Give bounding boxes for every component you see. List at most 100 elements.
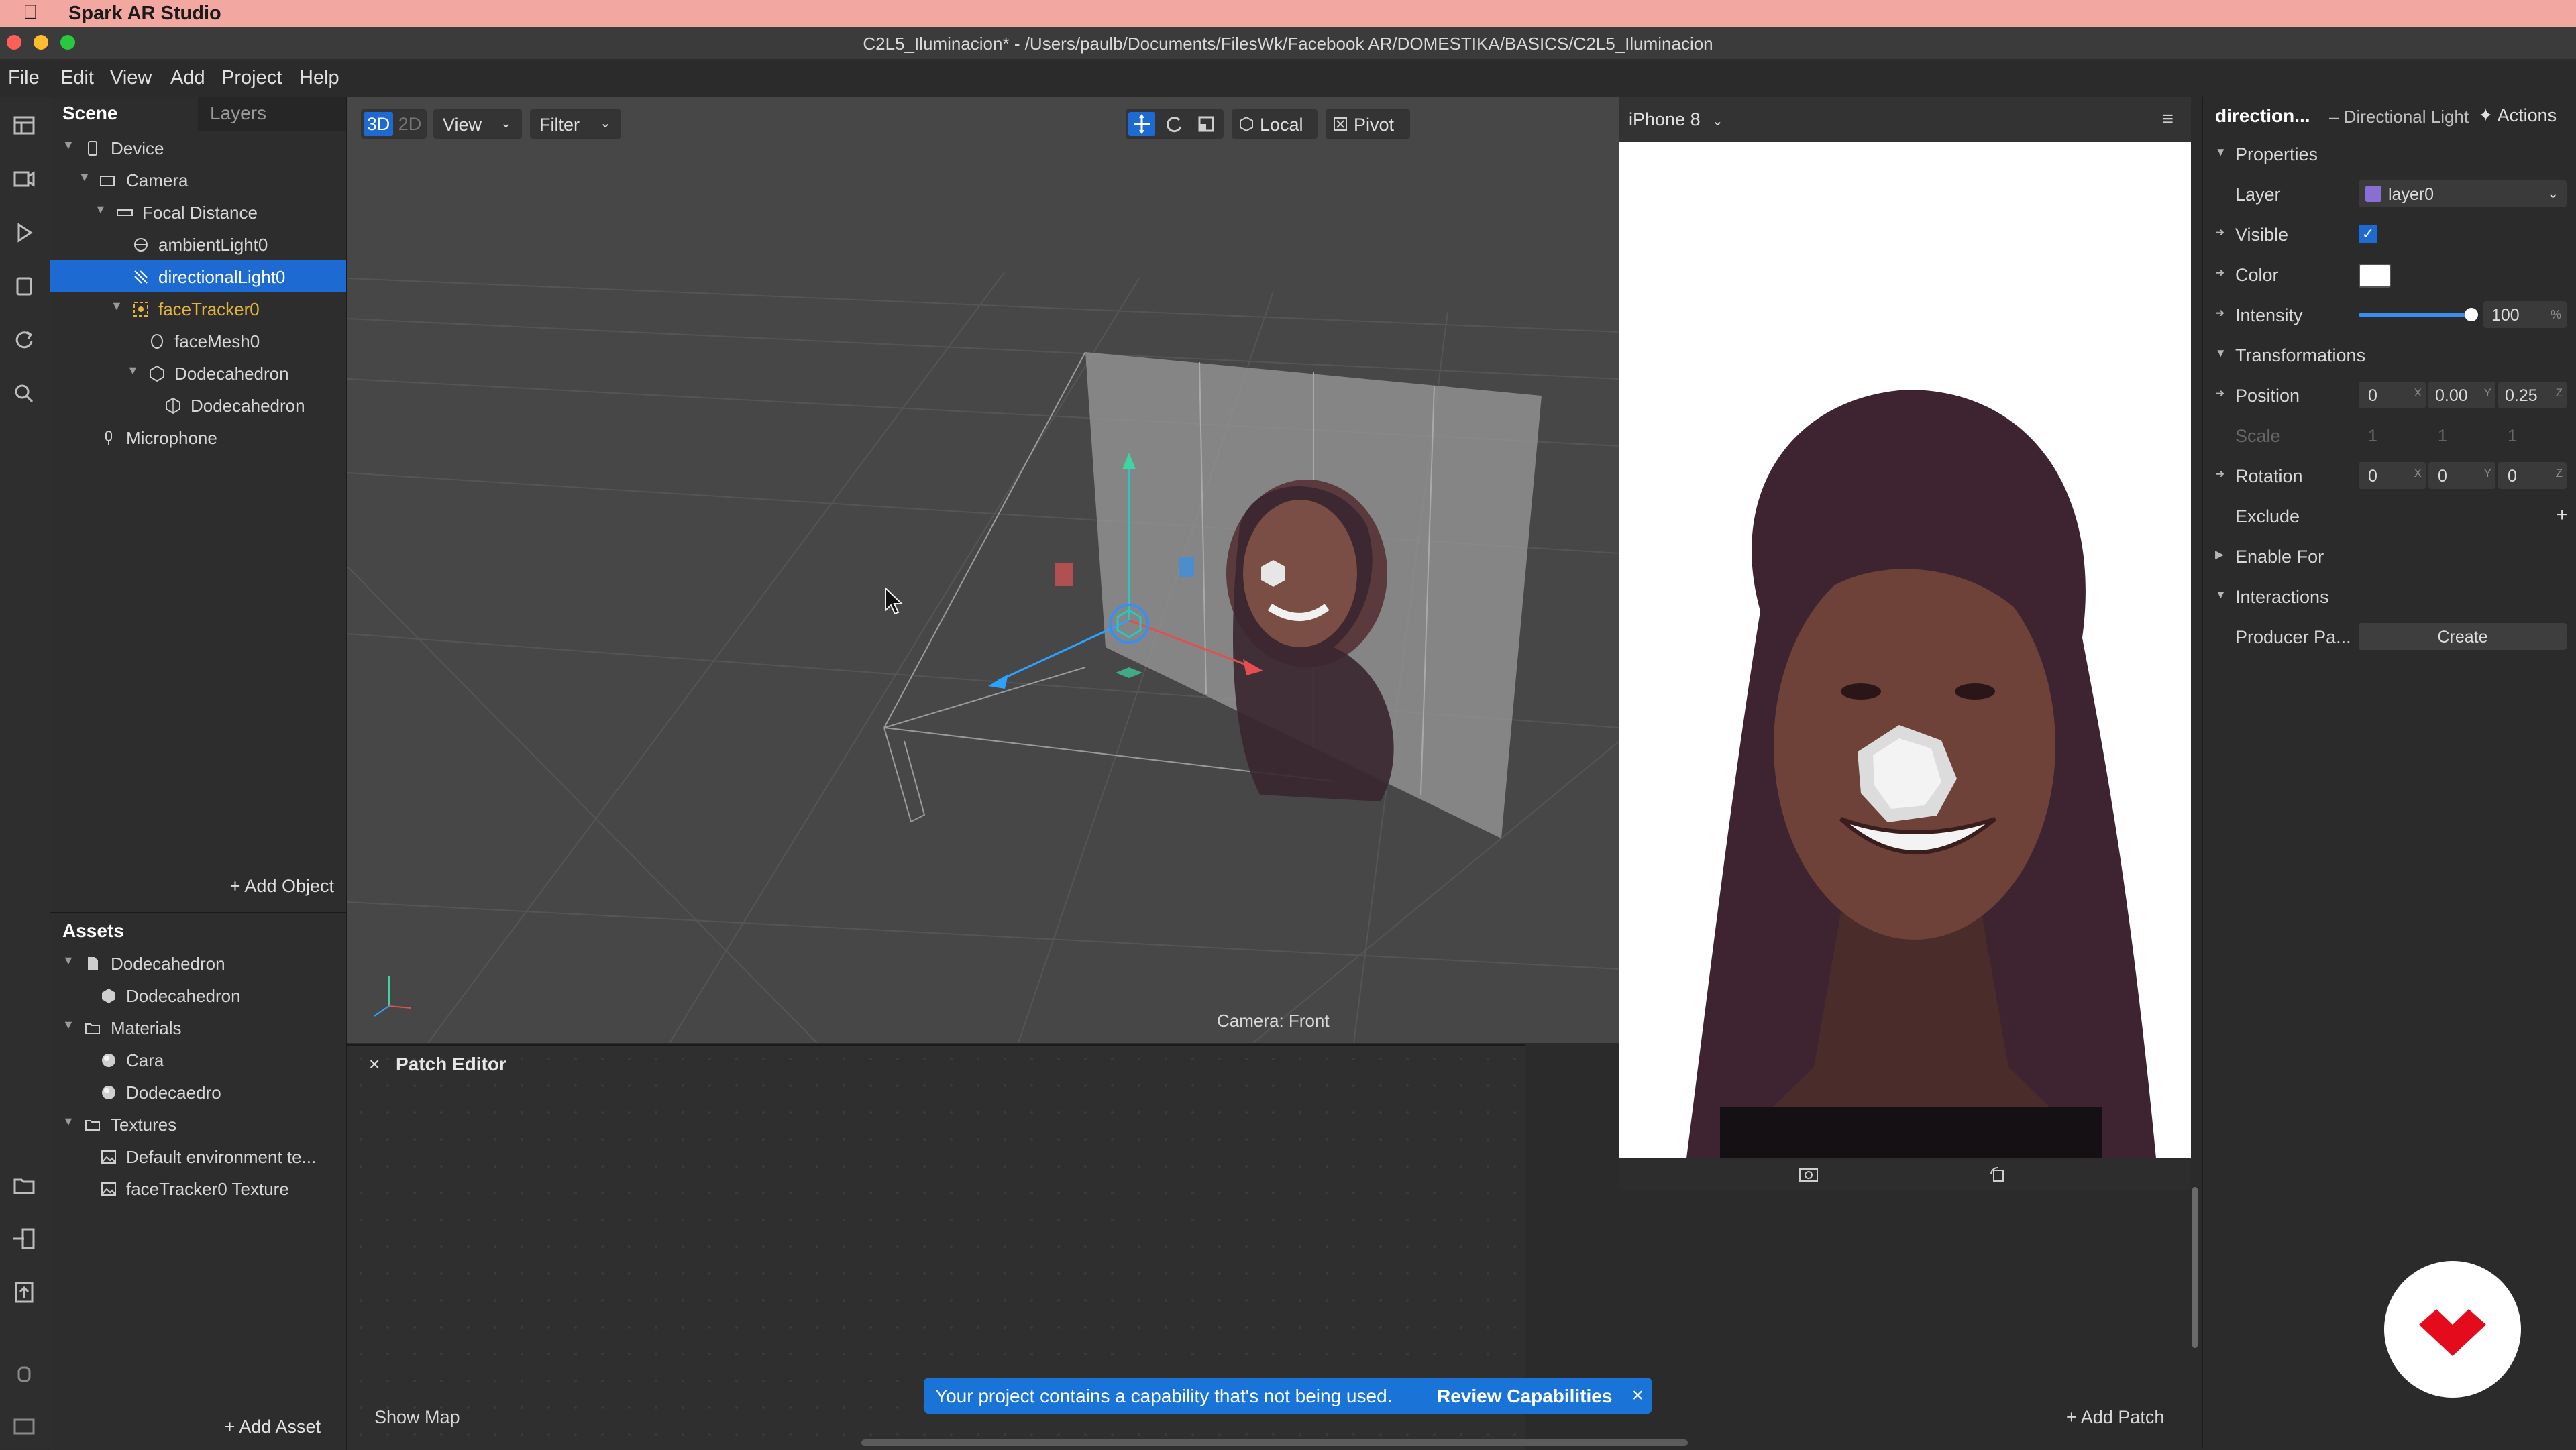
chevron-down-icon[interactable]: ▼ bbox=[62, 954, 74, 968]
play-icon[interactable] bbox=[9, 218, 39, 247]
color-swatch[interactable] bbox=[2359, 264, 2391, 288]
add-exclude-button[interactable]: + bbox=[2556, 504, 2568, 526]
chevron-down-icon[interactable]: ▼ bbox=[95, 203, 107, 217]
keyframe-icon[interactable]: ➜ bbox=[2215, 226, 2224, 239]
tab-scene[interactable]: Scene bbox=[50, 97, 197, 131]
scene-item-device[interactable]: ▼ Device bbox=[50, 131, 346, 164]
position-z-input[interactable]: 0.25 Z bbox=[2498, 382, 2567, 408]
asset-item-label: Default environment te... bbox=[126, 1147, 317, 1167]
visible-checkbox[interactable]: ✓ bbox=[2359, 225, 2377, 243]
scene-item-face-tracker[interactable]: ▼ faceTracker0 bbox=[50, 292, 346, 325]
asset-item-facetracker-texture[interactable]: faceTracker0 Texture bbox=[50, 1172, 346, 1205]
scene-item-dodecahedron-mesh[interactable]: Dodecahedron bbox=[50, 389, 346, 421]
add-patch-button[interactable]: + Add Patch bbox=[2066, 1407, 2164, 1428]
scene-item-ambient-light[interactable]: ambientLight0 bbox=[50, 228, 346, 260]
asset-item-dodecahedron-file[interactable]: ▼ Dodecahedron bbox=[50, 947, 346, 979]
asset-item-textures[interactable]: ▼ Textures bbox=[50, 1108, 346, 1140]
dimension-toggle: 3D 2D bbox=[361, 109, 427, 139]
screenshot-icon[interactable] bbox=[1798, 1165, 1819, 1184]
menu-view[interactable]: View bbox=[110, 67, 152, 89]
move-tool-icon[interactable] bbox=[1128, 112, 1155, 136]
position-y-input[interactable]: 0.00 Y bbox=[2428, 382, 2496, 408]
section-properties[interactable]: ▼ Properties bbox=[2203, 135, 2576, 172]
section-interactions[interactable]: ▼ Interactions bbox=[2203, 577, 2576, 615]
add-object-button[interactable]: + Add Object bbox=[230, 876, 334, 897]
chevron-down-icon[interactable]: ▼ bbox=[111, 299, 123, 313]
preview-scrollbar[interactable] bbox=[2192, 1187, 2198, 1348]
menu-add[interactable]: Add bbox=[170, 67, 205, 89]
menu-help[interactable]: Help bbox=[299, 67, 339, 89]
show-map-button[interactable]: Show Map bbox=[374, 1407, 460, 1428]
rotation-y-input[interactable]: 0Y bbox=[2428, 462, 2496, 489]
layer-select[interactable]: layer0 ⌄ bbox=[2359, 180, 2567, 207]
preview-camera-feed[interactable] bbox=[1619, 142, 2191, 1158]
add-asset-button[interactable]: + Add Asset bbox=[225, 1416, 321, 1437]
app-name[interactable]: Spark AR Studio bbox=[68, 3, 221, 25]
scene-item-camera[interactable]: ▼ Camera bbox=[50, 164, 346, 196]
menu-project[interactable]: Project bbox=[221, 67, 282, 89]
section-transformations[interactable]: ▼ Transformations bbox=[2203, 336, 2576, 374]
asset-item-default-environment-texture[interactable]: Default environment te... bbox=[50, 1140, 346, 1172]
close-icon[interactable]: × bbox=[369, 1054, 380, 1075]
send-to-device-icon[interactable] bbox=[9, 1224, 39, 1253]
actions-button[interactable]: ✦ Actions bbox=[2478, 105, 2557, 126]
position-row: ➜ Position 0X 0.00 Y 0.25 Z bbox=[2203, 376, 2576, 414]
intensity-unit: % bbox=[2550, 308, 2561, 321]
menu-icon[interactable]: ≡ bbox=[2161, 108, 2174, 131]
chevron-down-icon[interactable]: ▼ bbox=[62, 1018, 74, 1032]
review-capabilities-button[interactable]: Review Capabilities bbox=[1437, 1386, 1612, 1407]
refresh-icon[interactable] bbox=[9, 325, 39, 355]
viewport-3d[interactable]: 3D 2D View ⌄ Filter ⌄ Local Pivot Camera… bbox=[347, 97, 1619, 1043]
intensity-input[interactable]: 100 % bbox=[2483, 301, 2567, 328]
chevron-down-icon[interactable]: ▼ bbox=[78, 170, 91, 184]
mode-2d-button[interactable]: 2D bbox=[396, 112, 424, 136]
device-preview-icon[interactable] bbox=[9, 272, 39, 301]
search-icon[interactable] bbox=[9, 379, 39, 408]
rotate-tool-icon[interactable] bbox=[1161, 112, 1187, 136]
view-dropdown[interactable]: View ⌄ bbox=[433, 109, 522, 139]
scene-item-microphone[interactable]: Microphone bbox=[50, 421, 346, 453]
bug-icon[interactable] bbox=[9, 1358, 39, 1388]
position-x-input[interactable]: 0X bbox=[2359, 382, 2426, 408]
tab-layers[interactable]: Layers bbox=[198, 97, 346, 131]
menu-edit[interactable]: Edit bbox=[60, 67, 94, 89]
filter-dropdown[interactable]: Filter ⌄ bbox=[530, 109, 621, 139]
chevron-down-icon[interactable]: ▼ bbox=[127, 364, 139, 378]
asset-item-dodecaedro[interactable]: Dodecaedro bbox=[50, 1076, 346, 1108]
scale-y-value: 1 bbox=[2438, 427, 2447, 445]
patch-editor-scrollbar[interactable] bbox=[861, 1439, 1688, 1446]
create-patch-button[interactable]: Create bbox=[2359, 623, 2567, 650]
video-icon[interactable] bbox=[9, 164, 39, 194]
asset-item-materials[interactable]: ▼ Materials bbox=[50, 1011, 346, 1044]
keyframe-icon[interactable]: ➜ bbox=[2215, 387, 2224, 400]
menu-file[interactable]: File bbox=[8, 67, 40, 89]
mode-3d-button[interactable]: 3D bbox=[364, 112, 393, 136]
keyframe-icon[interactable]: ➜ bbox=[2215, 467, 2224, 481]
scene-item-face-mesh[interactable]: faceMesh0 bbox=[50, 325, 346, 357]
rotate-device-icon[interactable] bbox=[1987, 1165, 2008, 1184]
device-selector[interactable]: iPhone 8 ⌄ bbox=[1629, 109, 1723, 130]
local-toggle-button[interactable]: Local bbox=[1232, 109, 1318, 139]
enable-for-row[interactable]: ▶ Enable For bbox=[2203, 537, 2576, 575]
scene-item-focal-distance[interactable]: ▼ Focal Distance bbox=[50, 196, 346, 228]
keyframe-icon[interactable]: ➜ bbox=[2215, 306, 2224, 320]
intensity-slider[interactable] bbox=[2359, 308, 2478, 321]
close-icon[interactable]: × bbox=[1631, 1384, 1644, 1407]
rotation-x-input[interactable]: 0X bbox=[2359, 462, 2426, 489]
chevron-down-icon[interactable]: ▼ bbox=[62, 138, 74, 152]
pivot-toggle-button[interactable]: Pivot bbox=[1326, 109, 1410, 139]
keyframe-icon[interactable]: ➜ bbox=[2215, 266, 2224, 280]
asset-item-cara[interactable]: Cara bbox=[50, 1044, 346, 1076]
apple-icon[interactable]:  bbox=[23, 1, 38, 24]
layout-icon[interactable] bbox=[9, 111, 39, 140]
export-folder-icon[interactable] bbox=[9, 1170, 39, 1200]
scale-tool-icon[interactable] bbox=[1193, 112, 1220, 136]
scene-item-dodecahedron[interactable]: ▼ Dodecahedron bbox=[50, 357, 346, 389]
rotation-z-input[interactable]: 0Z bbox=[2498, 462, 2567, 489]
asset-item-dodecahedron-mesh[interactable]: Dodecahedron bbox=[50, 979, 346, 1011]
chevron-down-icon[interactable]: ▼ bbox=[62, 1115, 74, 1129]
scene-item-directional-light[interactable]: directionalLight0 bbox=[50, 260, 346, 292]
console-icon[interactable] bbox=[9, 1412, 39, 1441]
intensity-slider-thumb[interactable] bbox=[2465, 308, 2478, 321]
upload-icon[interactable] bbox=[9, 1278, 39, 1307]
